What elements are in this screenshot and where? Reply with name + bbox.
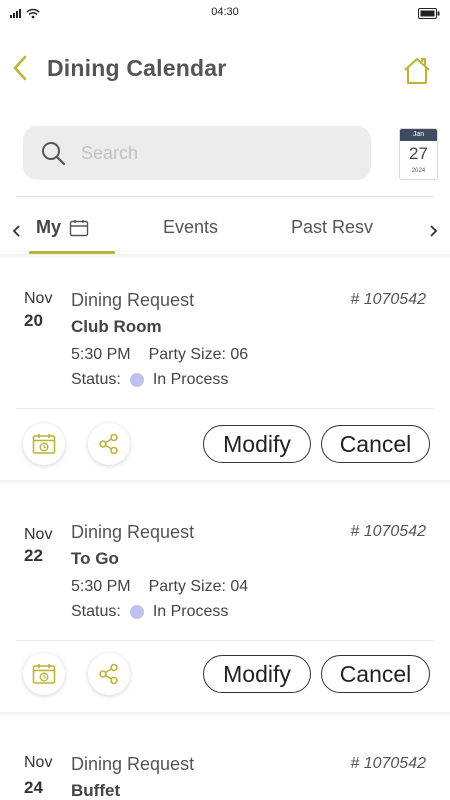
status-bar: 04:30 [0, 0, 450, 26]
search-input[interactable] [81, 138, 351, 168]
tabs-shadow [0, 254, 450, 260]
reservation-venue: Buffet [71, 781, 121, 800]
reservation-party-size: Party Size: 06 [148, 346, 249, 363]
tab-bar: My Events Past Resv [0, 205, 450, 257]
chevron-left-icon [12, 225, 20, 237]
calendar-date-picker[interactable]: Jan 27 2024 [399, 128, 438, 180]
status-label: Status: [71, 603, 121, 620]
tab-events[interactable]: Events [163, 217, 218, 238]
status-time: 04:30 [211, 6, 239, 18]
divider [16, 408, 434, 409]
tab-my-label: My [36, 217, 62, 237]
reservation-day: 24 [24, 778, 43, 797]
tabs-scroll-left-button[interactable] [9, 221, 25, 241]
status-dot-icon [129, 373, 144, 387]
add-to-calendar-button[interactable] [23, 423, 65, 465]
calendar-day: 27 [409, 144, 428, 163]
status-dot-icon [129, 605, 144, 619]
share-button[interactable] [88, 653, 130, 695]
calendar-clock-icon [32, 664, 56, 684]
modify-button[interactable]: Modify [203, 655, 311, 693]
search-bar [23, 126, 371, 180]
reservation-venue: To Go [71, 549, 119, 568]
reservation-party-size: Party Size: 04 [148, 578, 249, 595]
status-label: Status: [71, 371, 121, 388]
reservation-month: Nov [24, 526, 53, 543]
home-icon [404, 58, 430, 84]
page-title: Dining Calendar [47, 55, 227, 81]
status-value: In Process [152, 603, 229, 620]
cancel-button[interactable]: Cancel [321, 655, 430, 693]
tab-past-resv[interactable]: Past Resv [291, 217, 373, 238]
reservation-day: 22 [24, 546, 43, 565]
header: Dining Calendar [0, 46, 450, 92]
calendar-month: Jan [400, 129, 437, 141]
reservation-time-party: 5:30 PM Party Size: 04 [71, 578, 248, 596]
calendar-clock-icon [32, 434, 56, 454]
reservation-venue: Club Room [71, 317, 162, 336]
search-icon [42, 142, 66, 166]
reservation-title: Dining Request [71, 290, 195, 310]
status-value: In Process [152, 371, 229, 388]
reservation-month: Nov [24, 290, 53, 307]
card-separator [0, 712, 450, 718]
home-button[interactable] [402, 56, 432, 86]
share-icon [99, 663, 118, 685]
share-button[interactable] [88, 423, 130, 465]
divider [16, 640, 434, 641]
reservation-time-party: 5:30 PM Party Size: 06 [71, 346, 248, 364]
reservation-number: # 1070542 [350, 291, 426, 308]
tab-my[interactable]: My [36, 217, 89, 238]
add-to-calendar-button[interactable] [23, 653, 65, 695]
card-separator [0, 480, 450, 486]
chevron-right-icon [430, 225, 438, 237]
chevron-left-icon [13, 55, 27, 81]
modify-button[interactable]: Modify [203, 425, 311, 463]
reservation-time: 5:30 PM [71, 578, 131, 595]
calendar-icon [69, 219, 89, 236]
reservation-month: Nov [24, 754, 53, 771]
reservation-day: 20 [24, 311, 43, 330]
reservation-number: # 1070542 [350, 755, 426, 772]
back-button[interactable] [8, 54, 32, 82]
reservation-time: 5:30 PM [71, 346, 131, 363]
cancel-button[interactable]: Cancel [321, 425, 430, 463]
reservation-title: Dining Request [71, 522, 195, 542]
battery-icon [418, 6, 440, 24]
tabs-scroll-right-button[interactable] [425, 221, 441, 241]
share-icon [99, 433, 118, 455]
reservation-status: Status: In Process [71, 603, 228, 621]
calendar-year: 2024 [411, 168, 426, 174]
reservation-status: Status: In Process [71, 371, 228, 389]
reservation-number: # 1070542 [350, 523, 426, 540]
reservation-title: Dining Request [71, 754, 195, 774]
divider [16, 196, 434, 197]
